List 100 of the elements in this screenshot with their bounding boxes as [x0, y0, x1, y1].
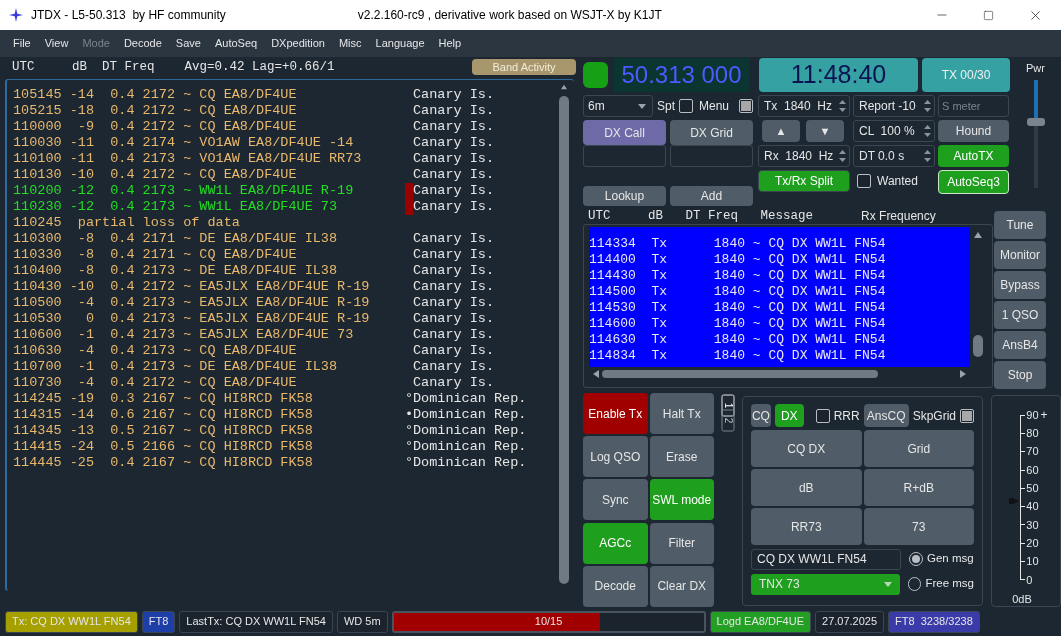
- power-slider[interactable]: [1026, 79, 1045, 188]
- control-button[interactable]: Halt Tx: [649, 393, 714, 434]
- menu-item[interactable]: DXpedition: [264, 35, 332, 52]
- menu-item[interactable]: Help: [431, 35, 469, 52]
- message-button[interactable]: RR73: [751, 508, 862, 545]
- country-name: Canary Is.: [413, 373, 494, 392]
- spin-arrows-icon: [923, 123, 932, 139]
- message-line[interactable]: 114400 Tx 1840 ~ CQ DX WW1L FN54: [589, 252, 970, 268]
- message-line[interactable]: 114500 Tx 1840 ~ CQ DX WW1L FN54: [589, 284, 970, 300]
- scroll-thumb[interactable]: [559, 96, 569, 584]
- control-button[interactable]: Sync: [583, 479, 648, 521]
- dx-button[interactable]: DX Grid: [670, 120, 753, 145]
- meter-tick-label: 20: [1026, 535, 1039, 551]
- spin-box[interactable]: Rx 1840 Hz: [758, 145, 850, 167]
- checkbox[interactable]: [857, 174, 871, 188]
- dx-call-field[interactable]: [583, 145, 666, 167]
- band-dropdown[interactable]: 6m: [583, 95, 653, 117]
- country-name: Canary Is.: [413, 229, 494, 248]
- country-name: Canary Is.: [413, 341, 494, 360]
- control-button[interactable]: Clear DX: [649, 565, 714, 607]
- country-name: Dominican Rep.: [413, 453, 527, 472]
- message-field[interactable]: CQ DX WW1L FN54: [751, 548, 901, 570]
- meter-tick-label: 10: [1026, 554, 1039, 570]
- country-prefix: °: [405, 389, 413, 408]
- menu-item[interactable]: Language: [368, 35, 432, 52]
- scroll-left-icon[interactable]: [593, 370, 599, 378]
- message-line[interactable]: 114600 Tx 1840 ~ CQ DX WW1L FN54: [589, 316, 970, 332]
- meter-tick-label: 70: [1026, 444, 1039, 460]
- side-button[interactable]: Bypass: [994, 271, 1046, 299]
- message-line[interactable]: 114334 Tx 1840 ~ CQ DX WW1L FN54: [589, 236, 970, 252]
- country-name: Canary Is.: [413, 245, 494, 264]
- message-button[interactable]: CQ DX: [751, 430, 862, 467]
- scroll-right-icon[interactable]: [960, 370, 966, 378]
- country-name: Dominican Rep.: [413, 405, 527, 424]
- menu-item[interactable]: Save: [168, 35, 208, 52]
- menu-item[interactable]: Decode: [116, 35, 169, 52]
- menu-item[interactable]: View: [37, 35, 76, 52]
- checkbox[interactable]: [739, 99, 753, 113]
- meter-over-label: +: [1040, 407, 1048, 425]
- menu-item[interactable]: AutoSeq: [207, 35, 265, 52]
- spin-arrows-icon: [923, 98, 932, 114]
- country-name: Dominican Rep.: [413, 437, 527, 456]
- control-button[interactable]: Erase: [649, 436, 714, 478]
- scroll-thumb[interactable]: [602, 370, 878, 378]
- mode-button[interactable]: CQ: [751, 404, 771, 427]
- control-button[interactable]: Log QSO: [583, 436, 648, 478]
- country-prefix: °: [405, 453, 413, 472]
- country-name: Canary Is.: [413, 117, 494, 136]
- control-button[interactable]: Filter: [649, 522, 714, 564]
- radio-label: Free msg: [925, 576, 974, 592]
- control-button[interactable]: Enable Tx: [583, 393, 648, 434]
- dx-button[interactable]: DX Call: [583, 120, 666, 145]
- anscq-button[interactable]: AnsCQ: [863, 404, 909, 427]
- column-header: UTC dB DT Freq Avg=0.42 Lag=+0.66/1: [11, 58, 335, 76]
- menu-item[interactable]: Misc: [331, 35, 369, 52]
- maximize-icon[interactable]: [983, 9, 994, 21]
- meter-tick-label: 50: [1026, 481, 1039, 497]
- spin-box[interactable]: Tx 1840 Hz: [758, 95, 850, 117]
- country-name: Canary Is.: [413, 133, 494, 152]
- country-prefix: °: [405, 437, 413, 456]
- lookup-button[interactable]: Lookup: [583, 186, 666, 206]
- scrollbar[interactable]: [556, 84, 572, 584]
- country-name: Canary Is.: [413, 165, 494, 184]
- message-line[interactable]: 114530 Tx 1840 ~ CQ DX WW1L FN54: [589, 300, 970, 316]
- side-button[interactable]: Stop: [994, 361, 1046, 389]
- power-label: Pwr: [1026, 61, 1045, 76]
- hound-button[interactable]: Hound: [938, 120, 1009, 142]
- message-line[interactable]: 114430 Tx 1840 ~ CQ DX WW1L FN54: [589, 268, 970, 284]
- checkbox[interactable]: [815, 408, 830, 423]
- spin-box[interactable]: CL 100 %: [853, 120, 935, 142]
- spin-box[interactable]: DT 0.0 s: [853, 145, 935, 167]
- slider-thumb[interactable]: [1026, 118, 1045, 127]
- column-header: UTC dB DT Freq Message: [587, 207, 814, 225]
- side-button[interactable]: 1 QSO: [994, 301, 1046, 329]
- side-button[interactable]: AnsB4: [994, 331, 1046, 359]
- status-field: Logd EA8/DF4UE: [709, 610, 811, 633]
- scroll-up-icon[interactable]: [973, 231, 983, 239]
- scroll-thumb[interactable]: [973, 335, 983, 357]
- side-button[interactable]: Tune: [994, 211, 1046, 239]
- down-button[interactable]: ▼: [806, 120, 844, 142]
- message-line[interactable]: 114834 Tx 1840 ~ CQ DX WW1L FN54: [589, 348, 970, 364]
- message-line[interactable]: 114630 Tx 1840 ~ CQ DX WW1L FN54: [589, 332, 970, 348]
- message-button[interactable]: R+dB: [863, 469, 974, 506]
- menu-item[interactable]: File: [6, 35, 38, 52]
- message-button[interactable]: 73: [863, 508, 974, 545]
- side-button[interactable]: Monitor: [994, 241, 1046, 269]
- spin-box[interactable]: Report -10: [853, 95, 935, 117]
- checkbox[interactable]: [960, 408, 974, 423]
- s-meter-field[interactable]: S meter: [938, 95, 1009, 117]
- message-button[interactable]: dB: [751, 469, 862, 506]
- dropdown-caret-icon: [883, 581, 892, 587]
- checkbox[interactable]: [679, 99, 693, 113]
- dx-grid-field[interactable]: [670, 145, 753, 167]
- message-button[interactable]: Grid: [863, 430, 974, 467]
- control-button[interactable]: Decode: [583, 565, 648, 607]
- dropdown-caret-icon: [638, 103, 646, 109]
- scroll-up-icon[interactable]: [559, 84, 569, 90]
- status-field: FT8: [141, 610, 176, 633]
- add-button[interactable]: Add: [670, 186, 753, 206]
- up-button[interactable]: ▲: [762, 120, 800, 142]
